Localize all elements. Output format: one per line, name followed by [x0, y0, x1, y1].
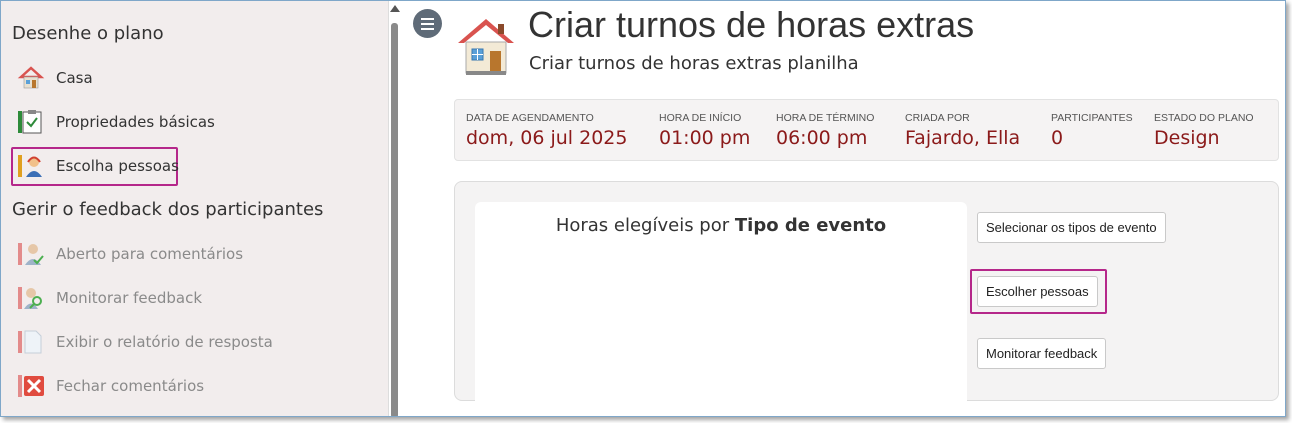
info-value: dom, 06 jul 2025 [466, 127, 628, 149]
info-label: Participantes [1051, 112, 1133, 124]
select-event-types-button[interactable]: Selecionar os tipos de evento [977, 212, 1166, 243]
info-hora-inicio: Hora de início 01:00 pm [659, 112, 750, 149]
info-participantes: Participantes 0 [1051, 112, 1133, 149]
monitor-feedback-button[interactable]: Monitorar feedback [977, 338, 1107, 369]
sidebar-item-label: Exibir o relatório de resposta [56, 333, 273, 351]
sidebar-item-fechar-comentarios[interactable]: Fechar comentários [17, 370, 204, 402]
plan-info-bar: Data de agendamento dom, 06 jul 2025 Hor… [454, 99, 1279, 161]
info-hora-termino: Hora de término 06:00 pm [776, 112, 874, 149]
person-check-icon [17, 241, 45, 267]
sidebar-section-design: Desenhe o plano [12, 23, 164, 44]
sidebar-item-aberto-comentarios[interactable]: Aberto para comentários [17, 238, 243, 270]
scroll-up-arrow[interactable] [390, 5, 400, 12]
house-logo-icon [454, 15, 518, 77]
info-value: 01:00 pm [659, 127, 751, 149]
clipboard-check-icon [17, 109, 45, 135]
menu-toggle-button[interactable] [413, 9, 442, 38]
chart-title-prefix: Horas elegíveis por [555, 215, 730, 236]
app-window: Desenhe o plano Casa Propriedades básica… [0, 0, 1286, 417]
scroll-thumb[interactable] [391, 23, 398, 416]
choose-people-button[interactable]: Escolher pessoas [977, 276, 1098, 307]
info-value: Design [1154, 127, 1220, 149]
sidebar-item-monitorar-feedback[interactable]: Monitorar feedback [17, 282, 202, 314]
sidebar: Desenhe o plano Casa Propriedades básica… [1, 1, 389, 416]
document-icon [17, 329, 45, 355]
page-subtitle: Criar turnos de horas extras planilha [529, 53, 859, 74]
close-x-icon [17, 373, 45, 399]
info-label: Criada por [905, 112, 970, 124]
sidebar-item-label: Propriedades básicas [56, 113, 215, 131]
info-data-agendamento: Data de agendamento dom, 06 jul 2025 [466, 112, 627, 149]
sidebar-item-label: Casa [56, 69, 93, 87]
house-icon [17, 65, 45, 91]
info-criada-por: Criada por Fajardo, Ella [905, 112, 1020, 149]
info-label: Hora de término [776, 112, 875, 124]
person-headset-icon [17, 153, 45, 179]
sidebar-item-escolha-pessoas[interactable]: Escolha pessoas [17, 150, 179, 182]
info-label: Hora de início [659, 112, 742, 124]
info-label: Estado do plano [1154, 112, 1254, 124]
info-value: Fajardo, Ella [905, 127, 1021, 149]
sidebar-item-label: Escolha pessoas [56, 157, 179, 175]
sidebar-section-feedback: Gerir o feedback dos participantes [12, 199, 324, 220]
person-search-icon [17, 285, 45, 311]
info-estado-plano: Estado do plano Design [1154, 112, 1254, 149]
hamburger-icon [421, 17, 434, 30]
sidebar-item-label: Monitorar feedback [56, 289, 203, 307]
chart-title-bold: Tipo de evento [734, 215, 887, 236]
sidebar-item-label: Aberto para comentários [56, 245, 244, 263]
info-value: 0 [1051, 127, 1064, 149]
sidebar-item-propriedades[interactable]: Propriedades básicas [17, 106, 215, 138]
chart-title: Horas elegíveis por Tipo de evento [475, 215, 967, 236]
sidebar-item-casa[interactable]: Casa [17, 62, 93, 94]
sidebar-item-label: Fechar comentários [56, 377, 205, 395]
sidebar-item-exibir-relatorio[interactable]: Exibir o relatório de resposta [17, 326, 273, 358]
info-label: Data de agendamento [466, 112, 594, 124]
info-value: 06:00 pm [776, 127, 868, 149]
page-title: Criar turnos de horas extras [528, 4, 975, 45]
